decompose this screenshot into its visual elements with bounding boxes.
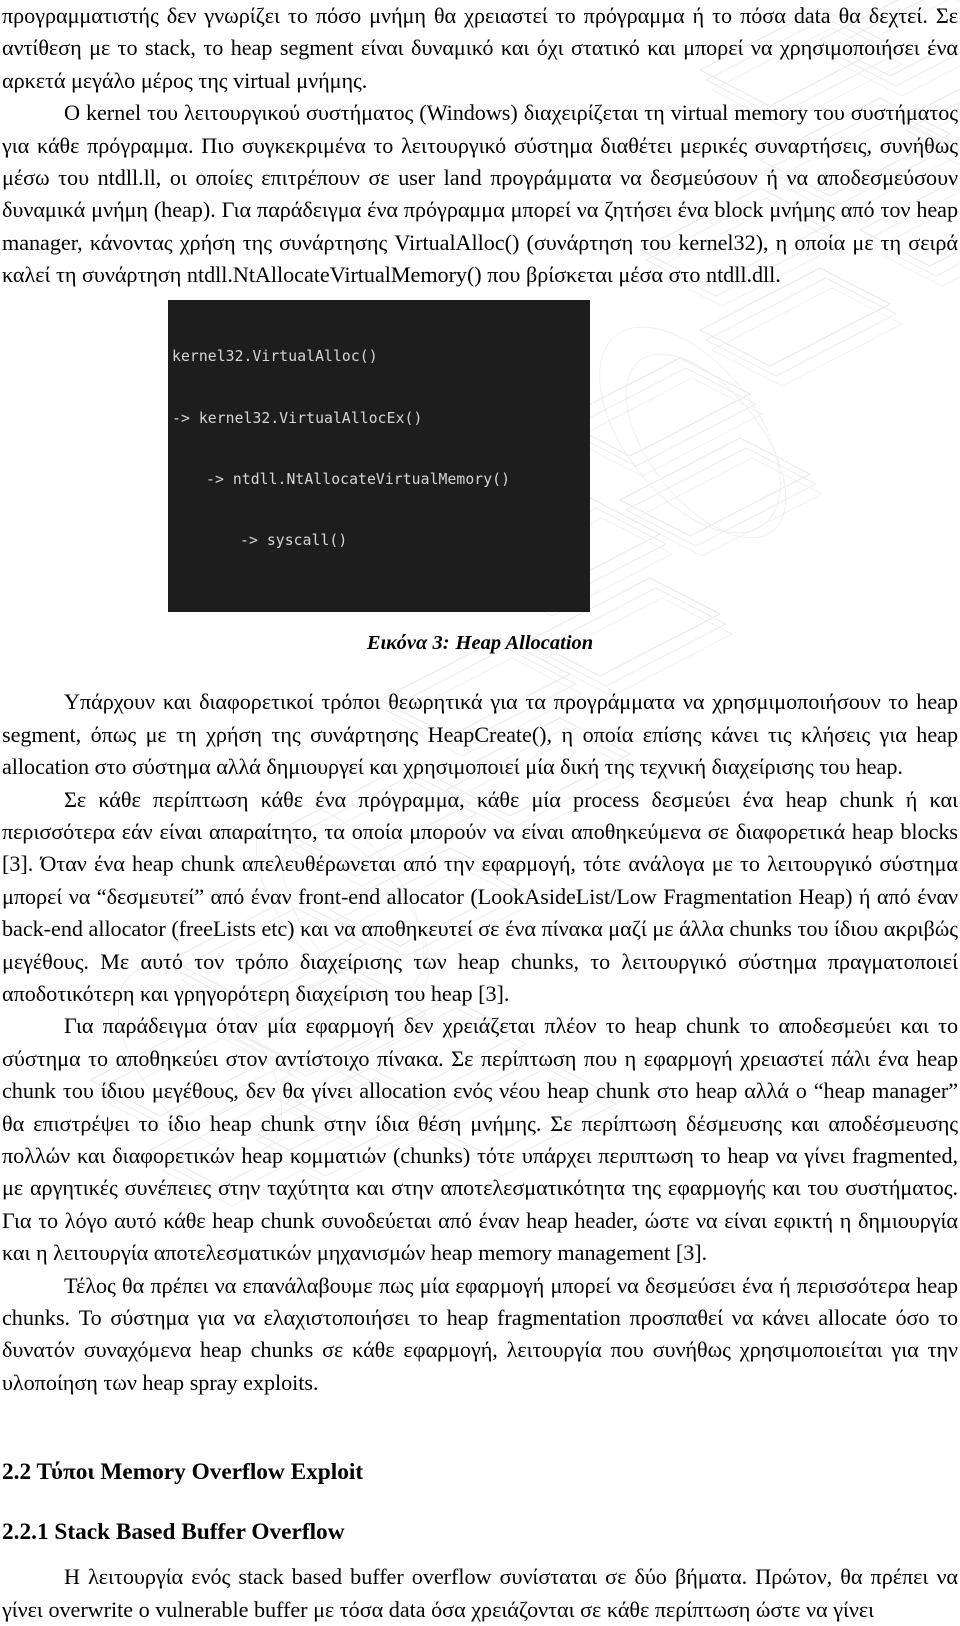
code-line-3: -> ntdll.NtAllocateVirtualMemory() [206,470,511,488]
figure-caption: Εικόνα 3: Heap Allocation [2,630,958,656]
code-block-heap-allocation: kernel32.VirtualAlloc() -> kernel32.Virt… [168,299,590,613]
code-line-4: -> syscall() [240,532,348,550]
spacer-after-heading [2,1547,958,1561]
paragraph-heap-dynamic: προγραμματιστής δεν γνωρίζει το πόσο μνή… [2,3,958,93]
paragraph-stack-overflow-intro: Η λειτουργία ενός stack based buffer ove… [2,1564,958,1622]
document-page: προγραμματιστής δεν γνωρίζει το πόσο μνή… [0,0,960,1626]
paragraph-kernel-virtual-memory: Ο kernel του λειτουργικού συστήματος (Wi… [2,100,958,288]
code-line-1: kernel32.VirtualAlloc() [172,348,378,366]
paragraph-heap-chunks-allocators: Σε κάθε περίπτωση κάθε ένα πρόγραμμα, κά… [2,786,958,1006]
spacer-between-headings [2,1487,958,1517]
spacer-before-section [2,1399,958,1457]
figure-heap-allocation: kernel32.VirtualAlloc() -> kernel32.Virt… [2,299,958,613]
heading-2-2-1: 2.2.1 Stack Based Buffer Overflow [2,1519,345,1546]
paragraph-heapcreate: Υπάρχουν και διαφορετικοί τρόποι θεωρητι… [2,689,958,780]
figure-caption-number: Εικόνα 3: [366,632,450,655]
paragraph-heap-spray: Τέλος θα πρέπει να επανάλαβουμε πως μία … [2,1272,958,1395]
paragraph-fragmentation: Για παράδειγμα όταν μία εφαρμογή δεν χρε… [2,1013,958,1266]
heading-2-2: 2.2 Τύποι Memory Overflow Exploit [2,1459,364,1486]
code-line-2: -> kernel32.VirtualAllocEx() [172,409,423,427]
spacer-after-caption [2,656,958,686]
figure-caption-title: Heap Allocation [455,632,594,655]
